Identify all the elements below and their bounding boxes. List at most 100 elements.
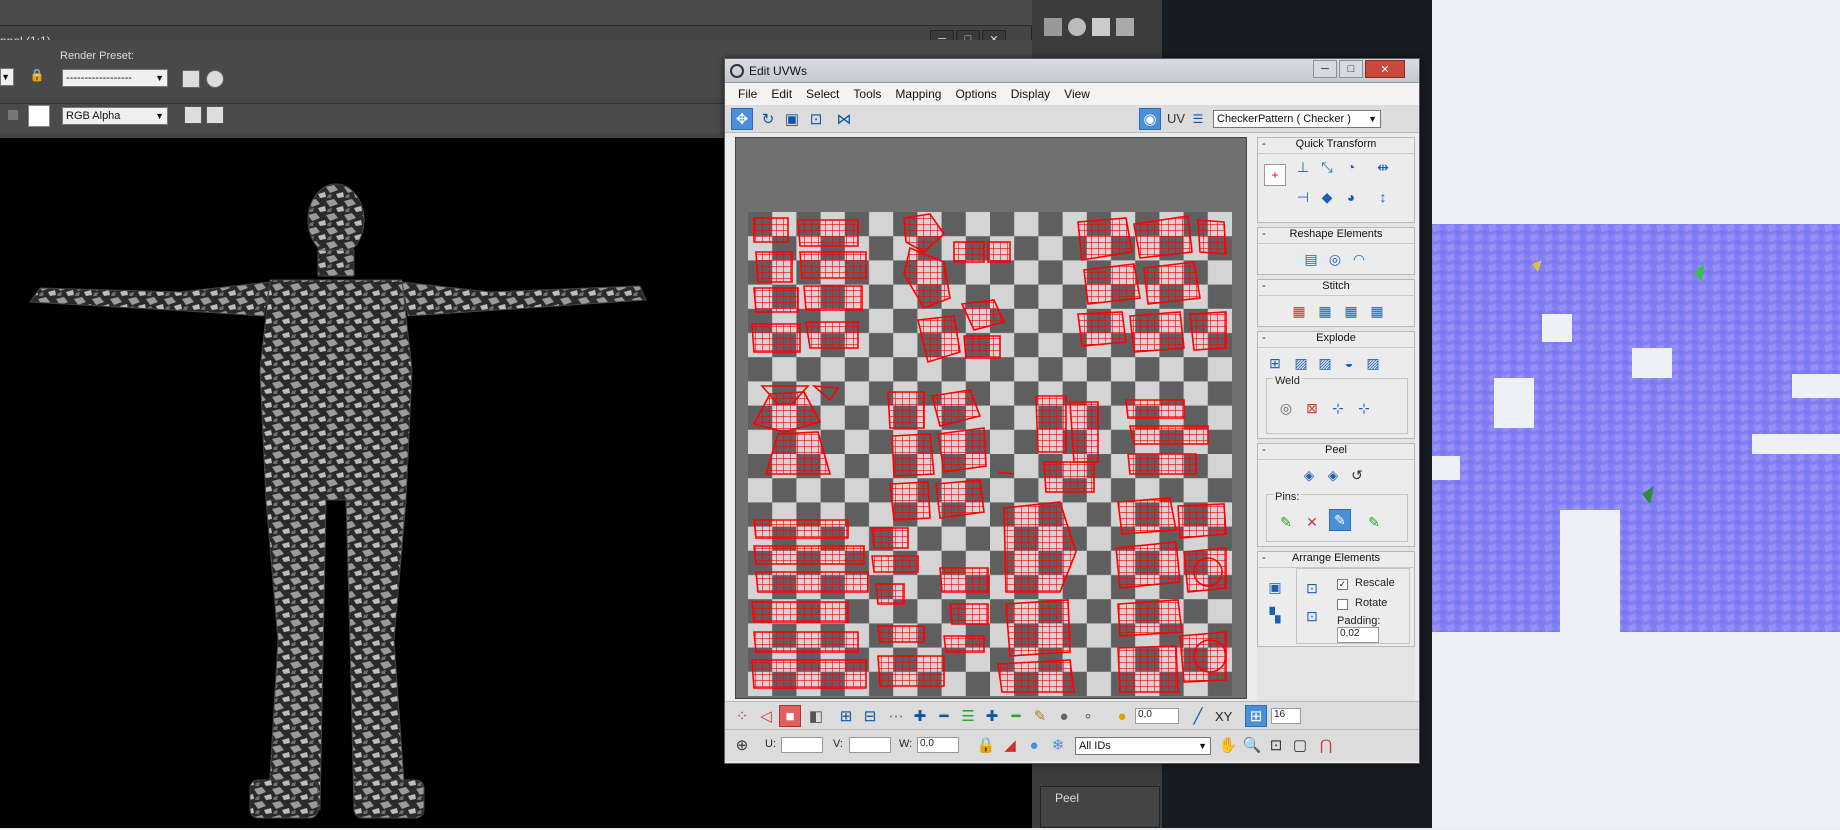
move-tool-icon[interactable]: ✥ bbox=[731, 108, 753, 130]
snap-toggle-icon[interactable]: ⋂ bbox=[1315, 734, 1337, 756]
pan-icon[interactable]: ✋ bbox=[1217, 734, 1239, 756]
loop-add-icon[interactable]: ✚ bbox=[981, 705, 1003, 727]
loop-remove-icon[interactable]: ━ bbox=[1005, 705, 1027, 727]
zoom-extents-icon[interactable]: ▢ bbox=[1289, 734, 1311, 756]
select-by-uv-edge-icon[interactable]: ╱ bbox=[1187, 705, 1209, 727]
channel-select[interactable]: RGB Alpha ▼ bbox=[62, 107, 168, 125]
uv-editor-canvas[interactable] bbox=[735, 137, 1247, 699]
area-dropdown[interactable]: ▼ bbox=[0, 68, 14, 86]
align-diagonal-icon[interactable]: ⤡ bbox=[1316, 156, 1338, 178]
rotate-cw-icon[interactable]: ◕ bbox=[1340, 186, 1362, 208]
xy-label[interactable]: XY bbox=[1215, 709, 1232, 724]
padding-spinner[interactable]: 0,02 bbox=[1337, 627, 1379, 643]
explode-by-smoothing-icon[interactable]: ▨ bbox=[1314, 352, 1336, 374]
space-horizontal-icon[interactable]: ⇹ bbox=[1372, 156, 1394, 178]
motion-icon[interactable] bbox=[1068, 18, 1086, 36]
stitch-target-icon[interactable]: ▦ bbox=[1288, 300, 1310, 322]
reshape-collapse[interactable]: - bbox=[1262, 228, 1266, 240]
unpin-icon[interactable]: ✕ bbox=[1301, 511, 1323, 533]
zoom-region-icon[interactable]: ⊡ bbox=[1265, 734, 1287, 756]
ring-grow-icon[interactable]: ⋯ bbox=[885, 705, 907, 727]
align-vertical-icon[interactable]: ⊣ bbox=[1292, 186, 1314, 208]
u-spinner[interactable] bbox=[781, 737, 823, 753]
unhide-icon[interactable]: ● bbox=[1023, 734, 1045, 756]
uv-maximize-button[interactable]: □ bbox=[1339, 60, 1363, 78]
absolute-offset-icon[interactable]: ⊕ bbox=[731, 734, 753, 756]
element-mode-icon[interactable]: ◧ bbox=[805, 705, 827, 727]
weld-all-icon[interactable]: ⊹ bbox=[1353, 397, 1375, 419]
reset-peel-icon[interactable]: ↺ bbox=[1346, 464, 1368, 486]
stitch-average-icon[interactable]: ▦ bbox=[1314, 300, 1336, 322]
menu-select[interactable]: Select bbox=[799, 87, 846, 101]
arrange-collapse[interactable]: - bbox=[1262, 552, 1266, 564]
select-pinned-icon[interactable]: ✎ bbox=[1363, 511, 1385, 533]
straighten-icon[interactable]: ◆ bbox=[1316, 186, 1338, 208]
hide-icon[interactable]: ◢ bbox=[999, 734, 1021, 756]
v-spinner[interactable] bbox=[849, 737, 891, 753]
weld-edge-icon[interactable]: ⊹ bbox=[1327, 397, 1349, 419]
soft-select-icon[interactable]: ● bbox=[1111, 705, 1133, 727]
edge-mode-icon[interactable]: ◁ bbox=[755, 705, 777, 727]
straighten-selection-icon[interactable]: ▤ bbox=[1300, 248, 1322, 270]
flatten-icon[interactable]: ▨ bbox=[1362, 352, 1384, 374]
break-icon[interactable]: ⊞ bbox=[1264, 352, 1286, 374]
freeform-tool-icon[interactable]: ⊡ bbox=[805, 108, 827, 130]
pivot-icon[interactable]: + bbox=[1264, 164, 1286, 186]
auto-pin-icon[interactable]: ✎ bbox=[1329, 509, 1351, 531]
relax-edges-icon[interactable]: ◠ bbox=[1348, 248, 1370, 270]
render-preset-select[interactable]: ------------------ ▼ bbox=[62, 69, 168, 87]
weld-target-icon[interactable]: ◎ bbox=[1275, 397, 1297, 419]
pack-separate-icon[interactable]: ⊡ bbox=[1301, 605, 1323, 627]
paint-select-icon[interactable]: ✎ bbox=[1029, 705, 1051, 727]
stitch-custom-icon[interactable]: ▦ bbox=[1366, 300, 1388, 322]
lock-selection-icon[interactable]: 🔒 bbox=[975, 734, 997, 756]
rotate-checkbox[interactable] bbox=[1337, 599, 1348, 610]
loop-grow-icon[interactable]: ☰ bbox=[957, 705, 979, 727]
explode-collapse[interactable]: - bbox=[1262, 332, 1266, 344]
vertex-mode-icon[interactable]: ⁘ bbox=[731, 705, 753, 727]
stitch-source-icon[interactable]: ▦ bbox=[1340, 300, 1362, 322]
display-mono-icon[interactable] bbox=[184, 106, 202, 124]
relax-icon[interactable]: ◎ bbox=[1324, 248, 1346, 270]
align-horizontal-icon[interactable]: ⊥ bbox=[1292, 156, 1314, 178]
menu-display[interactable]: Display bbox=[1004, 87, 1057, 101]
lock-icon[interactable]: 🔒 bbox=[28, 68, 46, 86]
show-map-icon[interactable]: ◉ bbox=[1139, 108, 1161, 130]
menu-tools[interactable]: Tools bbox=[846, 87, 888, 101]
shrink-selection-icon[interactable]: ⊟ bbox=[859, 705, 881, 727]
grid-spinner[interactable]: 16 bbox=[1271, 708, 1301, 724]
display-alpha-icon[interactable] bbox=[206, 106, 224, 124]
material-id-select[interactable]: All IDs ▼ bbox=[1075, 737, 1211, 755]
options-list-icon[interactable]: ☰ bbox=[1187, 108, 1209, 130]
zoom-icon[interactable]: 🔍 bbox=[1241, 734, 1263, 756]
utilities-icon[interactable] bbox=[1116, 18, 1134, 36]
pack-normalize-icon[interactable]: ▚ bbox=[1264, 604, 1286, 626]
peel-collapse[interactable]: - bbox=[1262, 444, 1266, 456]
brush-shrink-icon[interactable]: ∘ bbox=[1077, 705, 1099, 727]
menu-view[interactable]: View bbox=[1057, 87, 1097, 101]
face-mode-icon[interactable]: ■ bbox=[779, 705, 801, 727]
soft-select-spinner[interactable]: 0,0 bbox=[1135, 708, 1179, 724]
display-icon[interactable] bbox=[1092, 18, 1110, 36]
menu-file[interactable]: File bbox=[731, 87, 764, 101]
uv-checker-grid[interactable] bbox=[748, 212, 1232, 696]
stitch-collapse[interactable]: - bbox=[1262, 280, 1266, 292]
quick-peel-icon[interactable]: ◈ bbox=[1298, 464, 1320, 486]
grow-selection-icon[interactable]: ⊞ bbox=[835, 705, 857, 727]
channel-toggle-icon[interactable] bbox=[8, 110, 18, 120]
explode-by-material-icon[interactable]: ◒ bbox=[1338, 352, 1360, 374]
w-spinner[interactable]: 0,0 bbox=[917, 737, 959, 753]
peel-mode-icon[interactable]: ◈ bbox=[1322, 464, 1344, 486]
freeze-icon[interactable]: ❄ bbox=[1047, 734, 1069, 756]
mirror-tool-icon[interactable]: ⋈ bbox=[833, 108, 855, 130]
menu-mapping[interactable]: Mapping bbox=[888, 87, 948, 101]
uv-close-button[interactable]: ✕ bbox=[1365, 60, 1405, 78]
ring-add-icon[interactable]: ✚ bbox=[909, 705, 931, 727]
ring-remove-icon[interactable]: ━ bbox=[933, 705, 955, 727]
rescale-checkbox[interactable]: ✓ bbox=[1337, 579, 1348, 590]
menu-edit[interactable]: Edit bbox=[764, 87, 799, 101]
pack-together-icon[interactable]: ⊡ bbox=[1301, 577, 1323, 599]
rotate-tool-icon[interactable]: ↻ bbox=[757, 108, 779, 130]
brush-size-icon[interactable]: ● bbox=[1053, 705, 1075, 727]
scale-tool-icon[interactable]: ▣ bbox=[781, 108, 803, 130]
